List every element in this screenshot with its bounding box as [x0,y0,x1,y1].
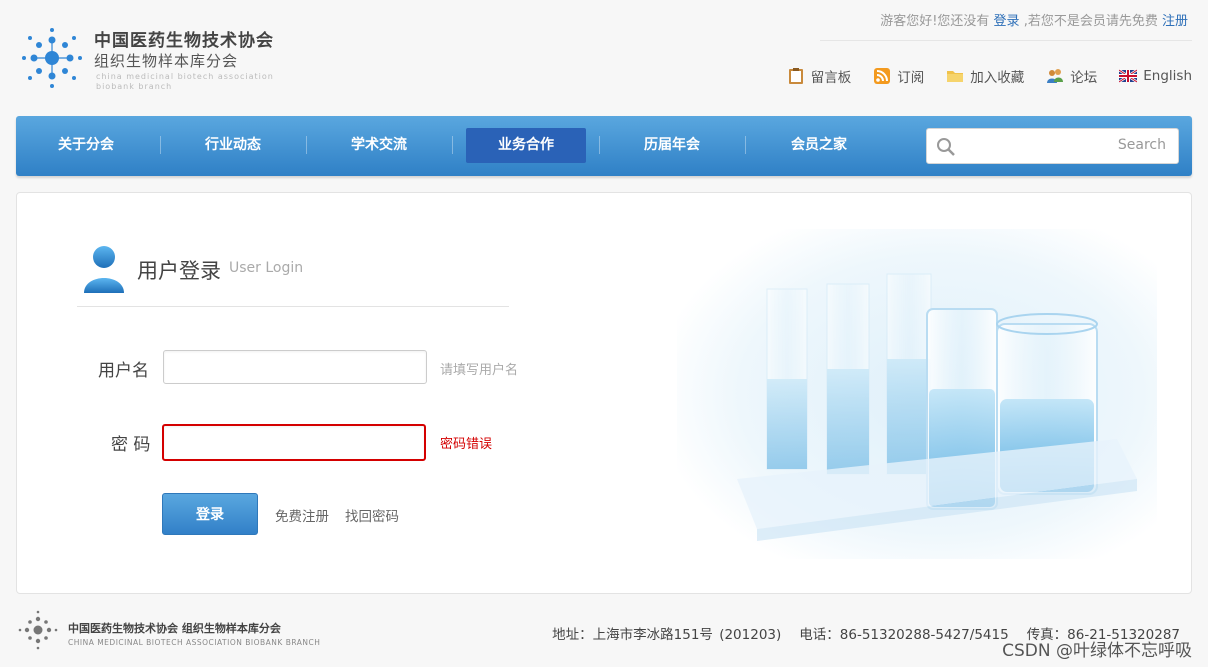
subscribe-link[interactable]: 订阅 [873,66,924,86]
english-label: English [1143,68,1192,84]
nav-separator [745,136,746,154]
footer-org-name-en: CHINA MEDICINAL BIOTECH ASSOCIATION BIOB… [68,638,321,647]
nav-separator [452,136,453,154]
username-hint: 请填写用户名 [440,363,519,378]
test-tubes-image [677,229,1157,559]
search-label: Search [1117,137,1166,153]
nav-separator [599,136,600,154]
greeting-text: 游客您好!您还没有 [880,14,990,29]
footer-phone: 电话：86-51320288-5427/5415 [799,627,1009,643]
site-logo[interactable]: 中国医药生物技术协会 组织生物样本库分会 china medicinal bio… [18,22,318,94]
folder-icon [947,71,964,82]
logo-subtitle-en: biobank branch [96,82,173,91]
logo-mark-icon [22,28,82,88]
rss-icon [874,68,891,84]
csdn-watermark: CSDN @叶绿体不忘呼吸 [1002,641,1192,661]
nav-item-members[interactable]: 会员之家 [759,128,879,163]
main-nav: 关于分会 行业动态 学术交流 业务合作 历届年会 会员之家 Search [16,116,1192,176]
message-board-label: 留言板 [810,70,852,86]
nav-item-academic[interactable]: 学术交流 [319,128,439,163]
forgot-password-link[interactable]: 找回密码 [345,505,399,525]
username-field[interactable] [163,350,427,384]
login-title: 用户登录 [137,259,221,283]
top-register-link[interactable]: 注册 [1162,14,1188,29]
search-box: Search [926,128,1179,164]
nav-separator [306,136,307,154]
greeting-middle: ,若您不是会员请先免费 [1023,14,1158,29]
nav-item-about[interactable]: 关于分会 [26,128,146,163]
english-link[interactable]: English [1119,66,1192,86]
tool-links: 留言板 订阅 加入收藏 论坛 English [787,66,1192,86]
header: 中国医药生物技术协会 组织生物样本库分会 china medicinal bio… [0,0,1208,112]
forum-users-icon [1047,69,1064,83]
logo-title-cn: 中国医药生物技术协会 [94,31,274,51]
footer-address: 地址：上海市李冰路151号 (201203) [552,627,782,643]
search-icon[interactable] [935,136,957,158]
nav-item-business[interactable]: 业务合作 [466,128,586,163]
forum-link[interactable]: 论坛 [1046,66,1097,86]
nav-item-industry-news[interactable]: 行业动态 [173,128,293,163]
message-board-link[interactable]: 留言板 [787,66,852,86]
password-label: 密 码 [111,435,151,455]
subscribe-label: 订阅 [897,70,925,86]
login-button[interactable]: 登录 [162,493,258,535]
username-label: 用户名 [98,361,149,381]
password-error: 密码错误 [440,437,493,452]
password-field[interactable] [162,424,426,461]
login-card: 用户登录 User Login 用户名 请填写用户名 密 码 密码错误 登录 免… [16,192,1192,594]
logo-subtitle-cn: 组织生物样本库分会 [94,52,239,70]
uk-flag-icon [1119,68,1138,84]
guest-greeting: 游客您好!您还没有 登录 ,若您不是会员请先免费 注册 [880,10,1188,30]
footer: 中国医药生物技术协会 组织生物样本库分会 CHINA MEDICINAL BIO… [0,600,1208,667]
top-login-link[interactable]: 登录 [994,14,1020,29]
footer-org-name: 中国医药生物技术协会 组织生物样本库分会 [68,622,281,635]
nav-item-annual-meetings[interactable]: 历届年会 [612,128,732,163]
footer-logo-icon [18,610,58,650]
search-input[interactable] [965,130,1110,162]
free-register-link[interactable]: 免费注册 [275,505,329,525]
bookmark-label: 加入收藏 [970,70,1025,86]
message-board-icon [788,68,803,84]
nav-separator [160,136,161,154]
user-icon [84,246,124,293]
logo-title-en: china medicinal biotech association [96,72,274,81]
forum-label: 论坛 [1070,70,1098,86]
divider [820,40,1192,41]
login-subtitle: User Login [229,260,304,276]
login-header: 用户登录 User Login [77,239,509,307]
bookmark-link[interactable]: 加入收藏 [946,66,1024,86]
